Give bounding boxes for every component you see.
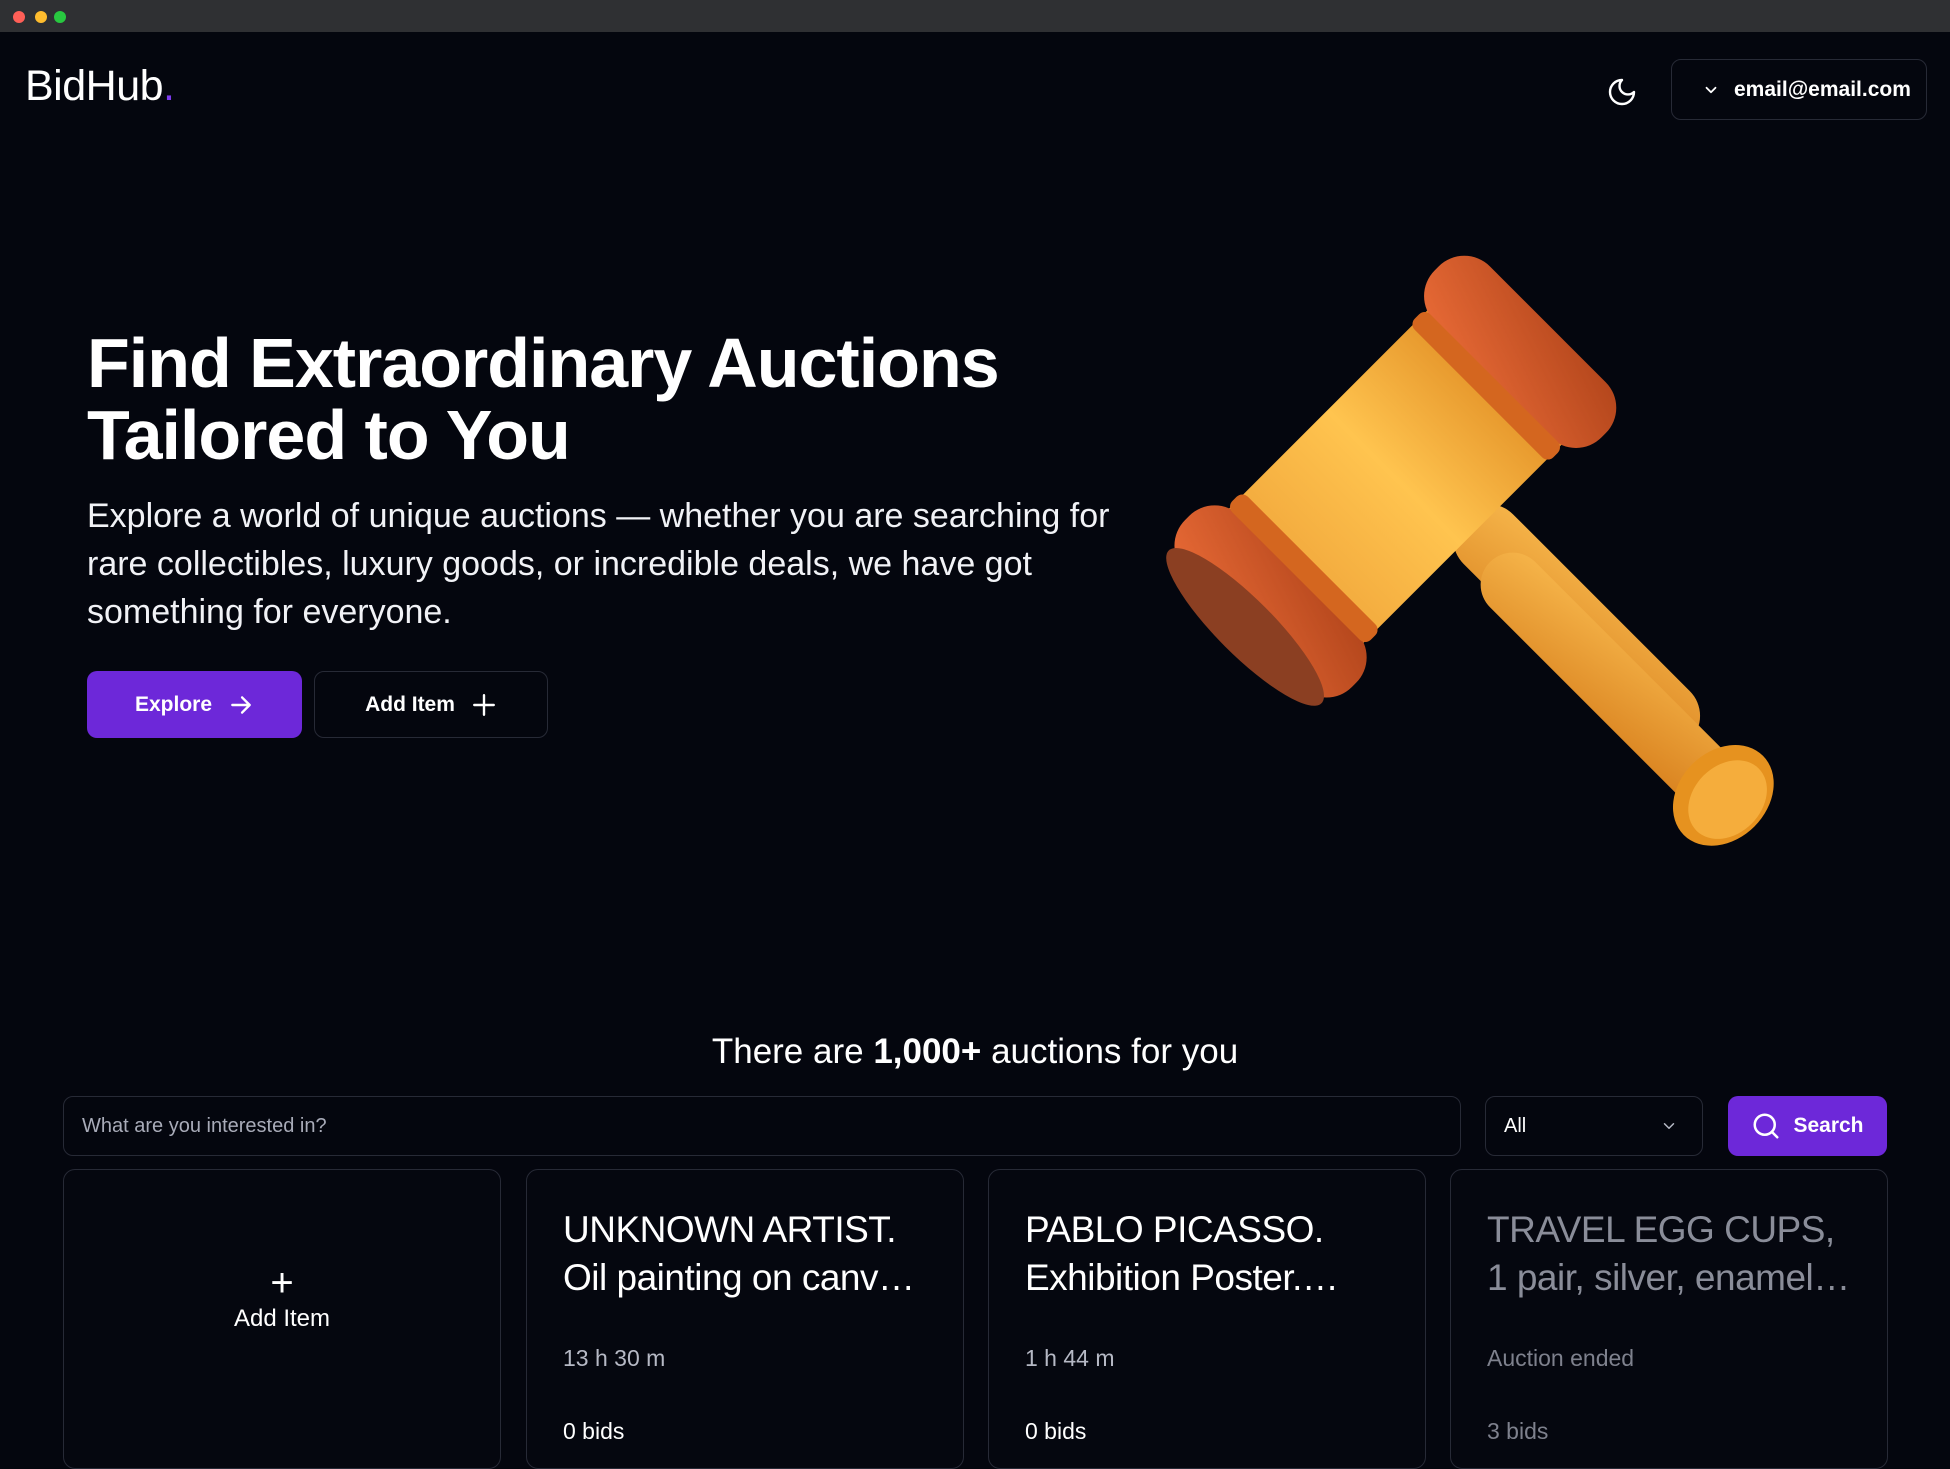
user-menu-button[interactable]: email@email.com xyxy=(1671,59,1927,120)
maximize-window-button[interactable] xyxy=(54,11,66,23)
user-email: email@email.com xyxy=(1734,77,1911,101)
auction-card-bids: 0 bids xyxy=(1025,1418,1087,1444)
logo-text: BidHub xyxy=(25,62,164,110)
auction-count-prefix: There are xyxy=(711,1032,874,1071)
category-select[interactable]: All xyxy=(1485,1096,1703,1156)
auction-card-title: UNKNOWN ARTIST. Oil painting on canvas. … xyxy=(563,1209,926,1298)
logo-dot: . xyxy=(163,62,175,110)
search-button-label: Search xyxy=(1793,1114,1864,1137)
auction-card-bids: 0 bids xyxy=(563,1418,625,1444)
explore-button-label: Explore xyxy=(134,692,213,716)
auction-card-title: TRAVEL EGG CUPS, 1 pair, silver, enamel,… xyxy=(1487,1209,1835,1298)
auction-card-time: Auction ended xyxy=(1487,1345,1635,1371)
auction-card-title: PABLO PICASSO. Exhibition Poster. Lithog… xyxy=(1025,1209,1324,1298)
auction-count-heading: There are 1,000+ auctions for you xyxy=(0,1032,1950,1072)
explore-button[interactable]: Explore xyxy=(87,671,302,738)
auction-count-value: 1,000+ xyxy=(873,1032,982,1071)
chevron-down-icon xyxy=(1705,86,1717,93)
plus-icon: + xyxy=(270,1261,294,1305)
search-input[interactable] xyxy=(63,1096,1461,1156)
chevron-down-icon xyxy=(1663,1123,1675,1129)
plus-icon xyxy=(472,693,495,716)
auction-card[interactable]: PABLO PICASSO. Exhibition Poster. Lithog… xyxy=(988,1169,1426,1469)
auction-card-time: 1 h 44 m xyxy=(1025,1345,1115,1371)
auction-card[interactable]: TRAVEL EGG CUPS, 1 pair, silver, enamel,… xyxy=(1450,1169,1888,1469)
hero-title: Find Extraordinary Auctions Tailored to … xyxy=(87,327,1087,471)
auction-count-suffix: auctions for you xyxy=(981,1032,1239,1071)
add-item-card[interactable]: + Add Item xyxy=(63,1169,501,1469)
moon-icon xyxy=(1608,78,1636,106)
hero-title-line-2: Tailored to You xyxy=(87,396,571,474)
hero-title-line-1: Find Extraordinary Auctions xyxy=(87,324,1000,402)
gavel-illustration xyxy=(1166,255,1774,846)
theme-toggle-button[interactable] xyxy=(1600,70,1644,114)
auction-card[interactable]: UNKNOWN ARTIST. Oil painting on canvas. … xyxy=(526,1169,964,1469)
search-button[interactable]: Search xyxy=(1728,1096,1887,1156)
add-item-button[interactable]: Add Item xyxy=(314,671,548,738)
add-item-card-label: Add Item xyxy=(233,1305,331,1332)
category-select-value: All xyxy=(1504,1114,1527,1137)
close-window-button[interactable] xyxy=(13,11,25,23)
search-icon xyxy=(1753,1113,1779,1139)
hero-subtitle: Explore a world of unique auctions — whe… xyxy=(87,497,1110,631)
minimize-window-button[interactable] xyxy=(35,11,47,23)
arrow-right-icon xyxy=(231,695,251,714)
page: BidHub. email@email.com Find Extraordina… xyxy=(0,32,1950,1469)
auction-card-bids: 3 bids xyxy=(1487,1418,1549,1444)
add-item-button-label: Add Item xyxy=(365,692,455,716)
window-titlebar xyxy=(0,0,1950,32)
auction-card-time: 13 h 30 m xyxy=(563,1345,666,1371)
logo[interactable]: BidHub. xyxy=(25,62,175,111)
